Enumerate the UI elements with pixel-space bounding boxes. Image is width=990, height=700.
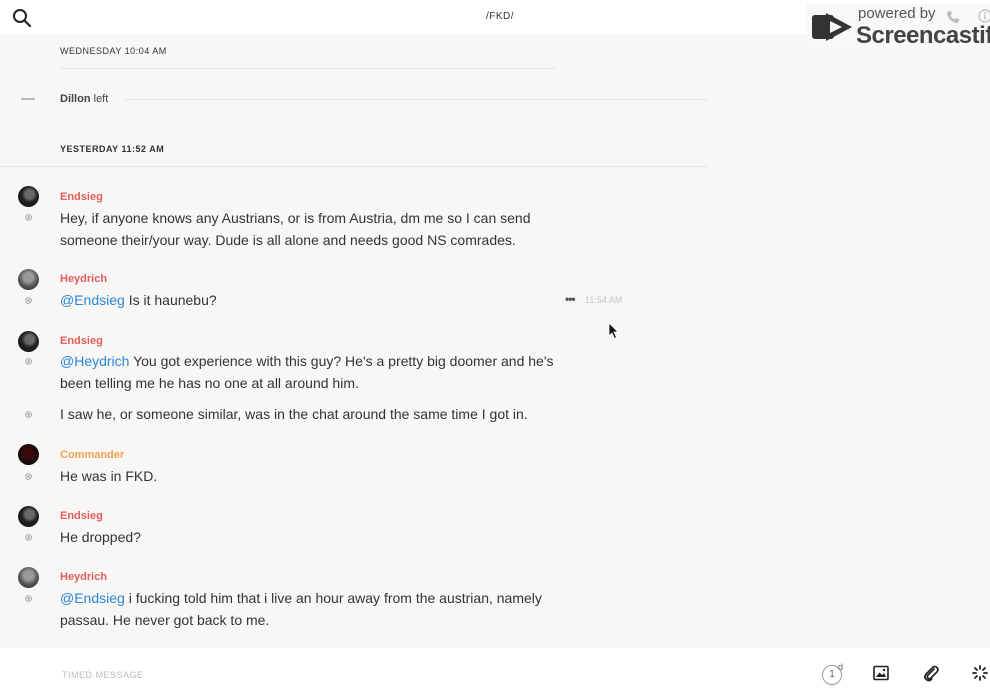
message-text: @Endsieg Is it haunebu? xyxy=(60,289,560,311)
divider xyxy=(0,166,708,167)
system-event: Dillon left xyxy=(60,93,108,105)
image-icon[interactable] xyxy=(873,665,889,681)
system-event-dash xyxy=(21,98,35,100)
read-status-icon xyxy=(25,214,32,221)
user-mention[interactable]: @Heydrich xyxy=(60,353,129,369)
paperclip-icon[interactable] xyxy=(923,664,939,682)
avatar[interactable] xyxy=(18,269,39,290)
message-timestamp: 11:54 AM xyxy=(585,295,623,305)
spinner-icon[interactable] xyxy=(972,665,988,681)
message-body: i fucking told him that i live an hour a… xyxy=(60,590,542,628)
divider xyxy=(124,99,708,100)
avatar[interactable] xyxy=(18,506,39,527)
message-author[interactable]: Heydrich xyxy=(60,571,107,583)
system-event-user: Dillon xyxy=(60,93,91,105)
message-more-options-icon[interactable]: ••• xyxy=(565,292,576,306)
message-text: I saw he, or someone similar, was in the… xyxy=(60,406,528,422)
read-status-icon xyxy=(25,473,32,480)
read-status-icon xyxy=(25,358,32,365)
read-status-icon xyxy=(25,595,32,602)
system-event-action: left xyxy=(93,93,109,105)
read-status-icon xyxy=(25,411,32,418)
message-text: He dropped? xyxy=(60,529,141,545)
day-header: YESTERDAY 11:52 AM xyxy=(60,144,165,154)
message-text: He was in FKD. xyxy=(60,468,158,484)
message-text: @Endsieg i fucking told him that i live … xyxy=(60,587,560,631)
message-text: @Heydrich You got experience with this g… xyxy=(60,350,560,394)
message-author[interactable]: Endsieg xyxy=(60,191,103,203)
timer-unit: d xyxy=(838,662,844,672)
divider xyxy=(60,68,555,69)
user-mention[interactable]: @Endsieg xyxy=(60,292,125,308)
message-input[interactable] xyxy=(60,664,564,686)
avatar[interactable] xyxy=(18,186,39,207)
user-mention[interactable]: @Endsieg xyxy=(60,590,125,606)
message-author[interactable]: Endsieg xyxy=(60,510,103,522)
avatar[interactable] xyxy=(18,567,39,588)
screencastify-watermark: powered by Screencastify xyxy=(806,4,990,50)
message-body: You got experience with this guy? He's a… xyxy=(60,353,554,391)
message-author[interactable]: Heydrich xyxy=(60,273,107,285)
message-text: Hey, if anyone knows any Austrians, or i… xyxy=(60,210,531,248)
message-author[interactable]: Commander xyxy=(60,449,124,461)
day-header: WEDNESDAY 10:04 AM xyxy=(60,46,167,56)
message-body: Is it haunebu? xyxy=(124,292,217,308)
info-icon[interactable] xyxy=(978,9,990,23)
message-author[interactable]: Endsieg xyxy=(60,335,103,347)
screencastify-logo-icon xyxy=(812,13,852,41)
avatar[interactable] xyxy=(18,331,39,352)
phone-icon[interactable] xyxy=(946,10,960,24)
read-status-icon xyxy=(25,297,32,304)
read-status-icon xyxy=(25,534,32,541)
avatar[interactable] xyxy=(18,444,39,465)
mouse-cursor-icon xyxy=(608,322,619,340)
watermark-powered-by: powered by xyxy=(858,5,936,22)
watermark-brand: Screencastify xyxy=(856,22,990,49)
composer-bar: 1 d xyxy=(0,648,990,700)
